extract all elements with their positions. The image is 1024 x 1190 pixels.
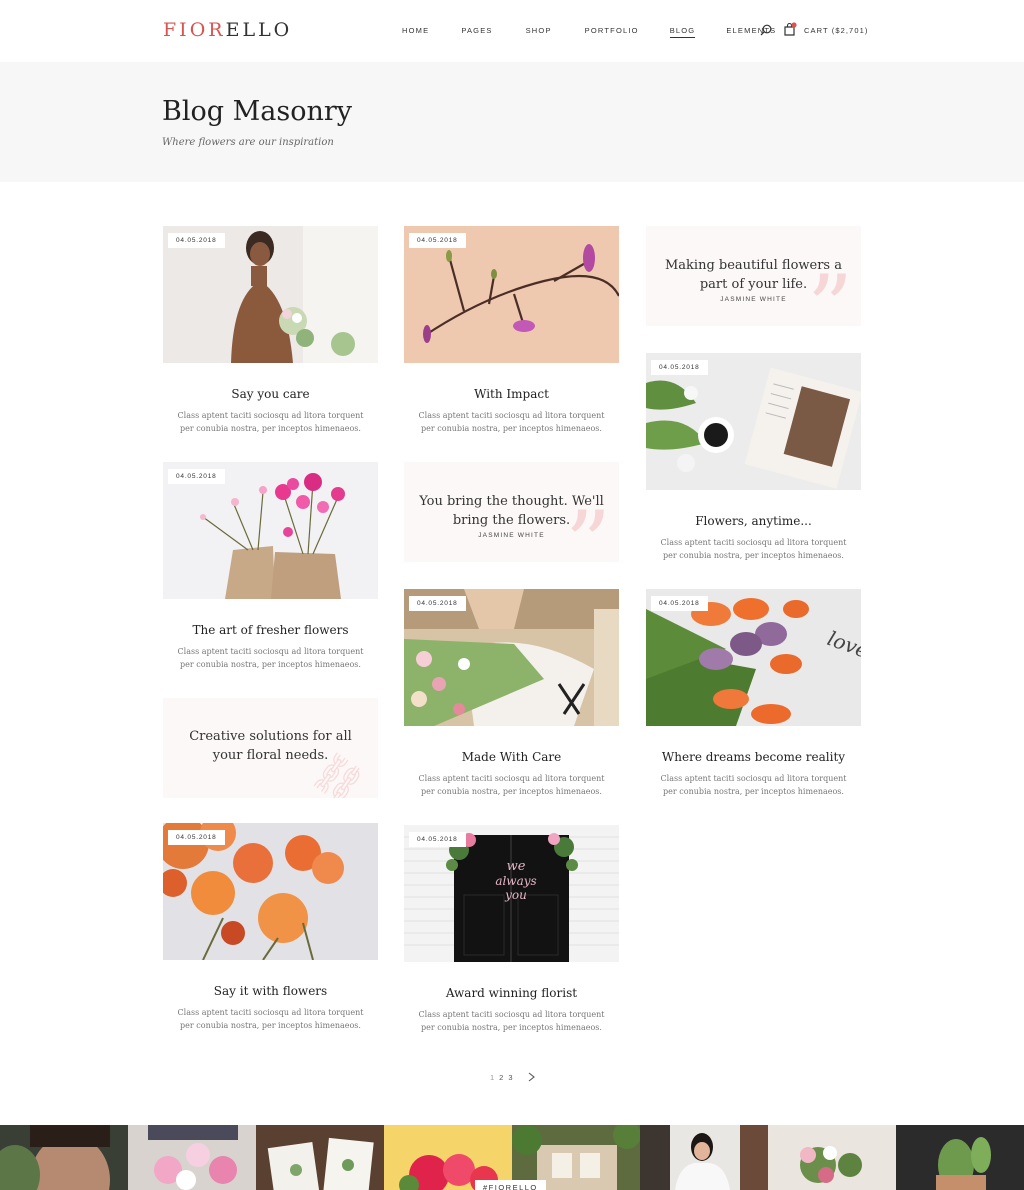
date-badge: 04.05.2018 [651,360,708,375]
post-card[interactable]: 04.05.2018 Flowers, anytime... Class apt… [646,353,861,562]
post-excerpt: Class aptent taciti sociosqu ad litora t… [660,774,847,796]
main-nav: HOME PAGES SHOP PORTFOLIO BLOG ELEMENTS [402,26,776,38]
chevron-right-icon[interactable] [528,1072,536,1082]
post-image[interactable]: 04.05.2018 [163,462,378,599]
svg-text:always: always [495,874,536,888]
svg-text:we: we [507,859,526,874]
post-excerpt: Class aptent taciti sociosqu ad litora t… [660,538,847,560]
post-image[interactable]: love 04.05.2018 [646,589,861,726]
post-card[interactable]: love 04.05.2018 Where dreams become real… [646,589,861,798]
search-icon[interactable] [760,24,772,36]
page-link[interactable]: 2 [499,1073,503,1082]
nav-home[interactable]: HOME [402,26,429,38]
link-post[interactable]: Creative solutions for all your floral n… [163,698,378,798]
post-image[interactable]: 04.05.2018 [163,226,378,363]
post-image[interactable]: we always you 04.05.2018 [404,825,619,962]
post-excerpt: Class aptent taciti sociosqu ad litora t… [177,1008,364,1030]
page-title-band: Blog Masonry Where flowers are our inspi… [0,62,1024,182]
logo-rest: ELLO [225,19,293,41]
svg-text:you: you [504,888,527,902]
page-title: Blog Masonry [162,96,353,127]
post-excerpt: Class aptent taciti sociosqu ad litora t… [418,1010,605,1032]
post-image[interactable]: 04.05.2018 [404,589,619,726]
instagram-tag[interactable]: #FIORELLO [475,1180,546,1190]
post-excerpt: Class aptent taciti sociosqu ad litora t… [418,411,605,433]
nav-portfolio[interactable]: PORTFOLIO [585,26,639,38]
site-logo[interactable]: FIORELLO [163,19,292,41]
quote-post[interactable]: You bring the thought. We'll bring the f… [404,462,619,562]
instagram-photo[interactable] [128,1125,256,1190]
page-subtitle: Where flowers are our inspiration [162,137,334,148]
post-excerpt: Class aptent taciti sociosqu ad litora t… [177,411,364,433]
date-badge: 04.05.2018 [409,233,466,248]
post-card[interactable]: we always you 04.05.2018 Award winning f… [404,825,619,1034]
post-card[interactable]: 04.05.2018 With Impact Class aptent taci… [404,226,619,435]
page-link[interactable]: 1 [490,1073,494,1082]
site-header: FIORELLO HOME PAGES SHOP PORTFOLIO BLOG … [0,0,1024,62]
post-title[interactable]: With Impact [404,387,619,401]
date-badge: 04.05.2018 [409,832,466,847]
date-badge: 04.05.2018 [168,233,225,248]
quote-text[interactable]: Making beautiful flowers a part of your … [646,256,861,294]
post-card[interactable]: 04.05.2018 Made With Care Class aptent t… [404,589,619,798]
quote-author: JASMINE WHITE [720,296,787,303]
post-card[interactable]: 04.05.2018 The art of fresher flowers Cl… [163,462,378,671]
instagram-photo[interactable] [896,1125,1024,1190]
nav-shop[interactable]: SHOP [526,26,552,38]
post-excerpt: Class aptent taciti sociosqu ad litora t… [177,647,364,669]
pagination: 1 2 3 [490,1072,536,1082]
cart-icon[interactable] [783,22,797,36]
instagram-photo[interactable] [0,1125,128,1190]
post-card[interactable]: 04.05.2018 Say it with flowers Class apt… [163,823,378,1032]
post-excerpt: Class aptent taciti sociosqu ad litora t… [418,774,605,796]
page-link[interactable]: 3 [508,1073,512,1082]
quote-author: JASMINE WHITE [478,532,545,539]
logo-accent: FIOR [163,19,226,41]
post-title[interactable]: The art of fresher flowers [163,623,378,637]
nav-pages[interactable]: PAGES [461,26,492,38]
nav-blog[interactable]: BLOG [669,26,696,38]
date-badge: 04.05.2018 [651,596,708,611]
post-title[interactable]: Where dreams become reality [646,750,861,764]
instagram-photo[interactable] [640,1125,768,1190]
cart-label[interactable]: CART ($2,701) [804,26,868,35]
instagram-photo[interactable] [768,1125,896,1190]
post-title[interactable]: Say you care [163,387,378,401]
date-badge: 04.05.2018 [409,596,466,611]
post-image[interactable]: 04.05.2018 [163,823,378,960]
quote-text[interactable]: You bring the thought. We'll bring the f… [404,492,619,530]
post-title[interactable]: Say it with flowers [163,984,378,998]
post-image[interactable]: 04.05.2018 [404,226,619,363]
date-badge: 04.05.2018 [168,469,225,484]
date-badge: 04.05.2018 [168,830,225,845]
post-card[interactable]: 04.05.2018 Say you care Class aptent tac… [163,226,378,435]
instagram-photo[interactable] [256,1125,384,1190]
post-title[interactable]: Flowers, anytime... [646,514,861,528]
link-post-text[interactable]: Creative solutions for all your floral n… [163,727,378,765]
quote-post[interactable]: Making beautiful flowers a part of your … [646,226,861,326]
post-title[interactable]: Award winning florist [404,986,619,1000]
post-title[interactable]: Made With Care [404,750,619,764]
post-image[interactable]: 04.05.2018 [646,353,861,490]
